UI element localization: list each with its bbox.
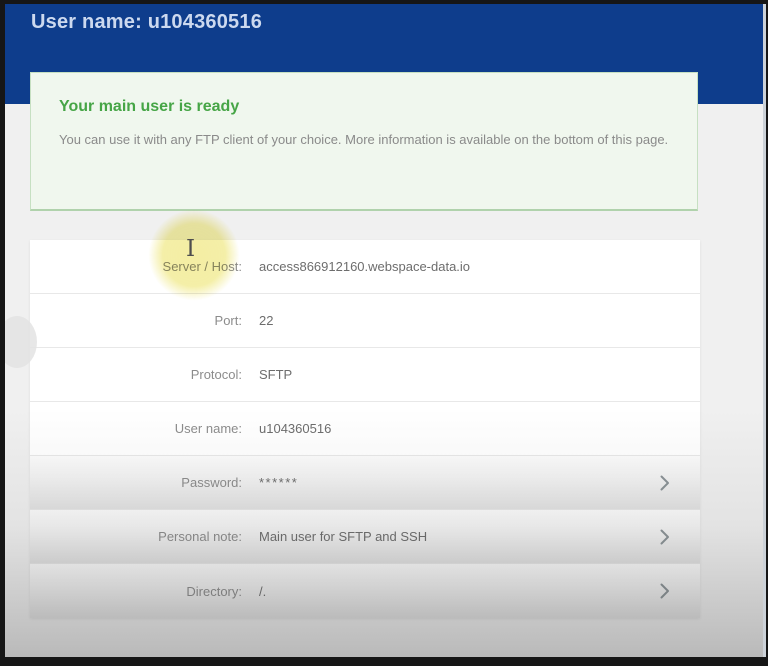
success-alert: Your main user is ready You can use it w… [30,72,698,211]
row-value: Main user for SFTP and SSH [259,529,427,544]
row-label: Server / Host: [30,259,242,274]
row-value: /. [259,584,266,599]
table-row-personal-note[interactable]: Personal note: Main user for SFTP and SS… [30,510,700,564]
table-row-user-name: User name: u104360516 [30,402,700,456]
table-row-directory[interactable]: Directory: /. [30,564,700,618]
row-label: Personal note: [30,529,242,544]
table-row-protocol: Protocol: SFTP [30,348,700,402]
chevron-right-icon [660,475,670,491]
user-details-table: Server / Host: access866912160.webspace-… [30,240,700,618]
page: User name: u104360516 Your main user is … [5,4,766,657]
chevron-right-icon [660,529,670,545]
chevron-right-icon [660,583,670,599]
row-value: access866912160.webspace-data.io [259,259,470,274]
video-frame: User name: u104360516 Your main user is … [0,0,768,666]
row-label: User name: [30,421,242,436]
table-row-server-host: Server / Host: access866912160.webspace-… [30,240,700,294]
row-label: Port: [30,313,242,328]
row-label: Directory: [30,584,242,599]
page-title: User name: u104360516 [5,4,763,34]
row-label: Protocol: [30,367,242,382]
row-value: SFTP [259,367,292,382]
row-value: 22 [259,313,273,328]
table-row-password[interactable]: Password: ****** [30,456,700,510]
success-alert-title: Your main user is ready [59,98,669,116]
table-row-port: Port: 22 [30,294,700,348]
row-value: u104360516 [259,421,331,436]
row-label: Password: [30,475,242,490]
row-value: ****** [259,475,298,490]
success-alert-message: You can use it with any FTP client of yo… [59,129,669,150]
